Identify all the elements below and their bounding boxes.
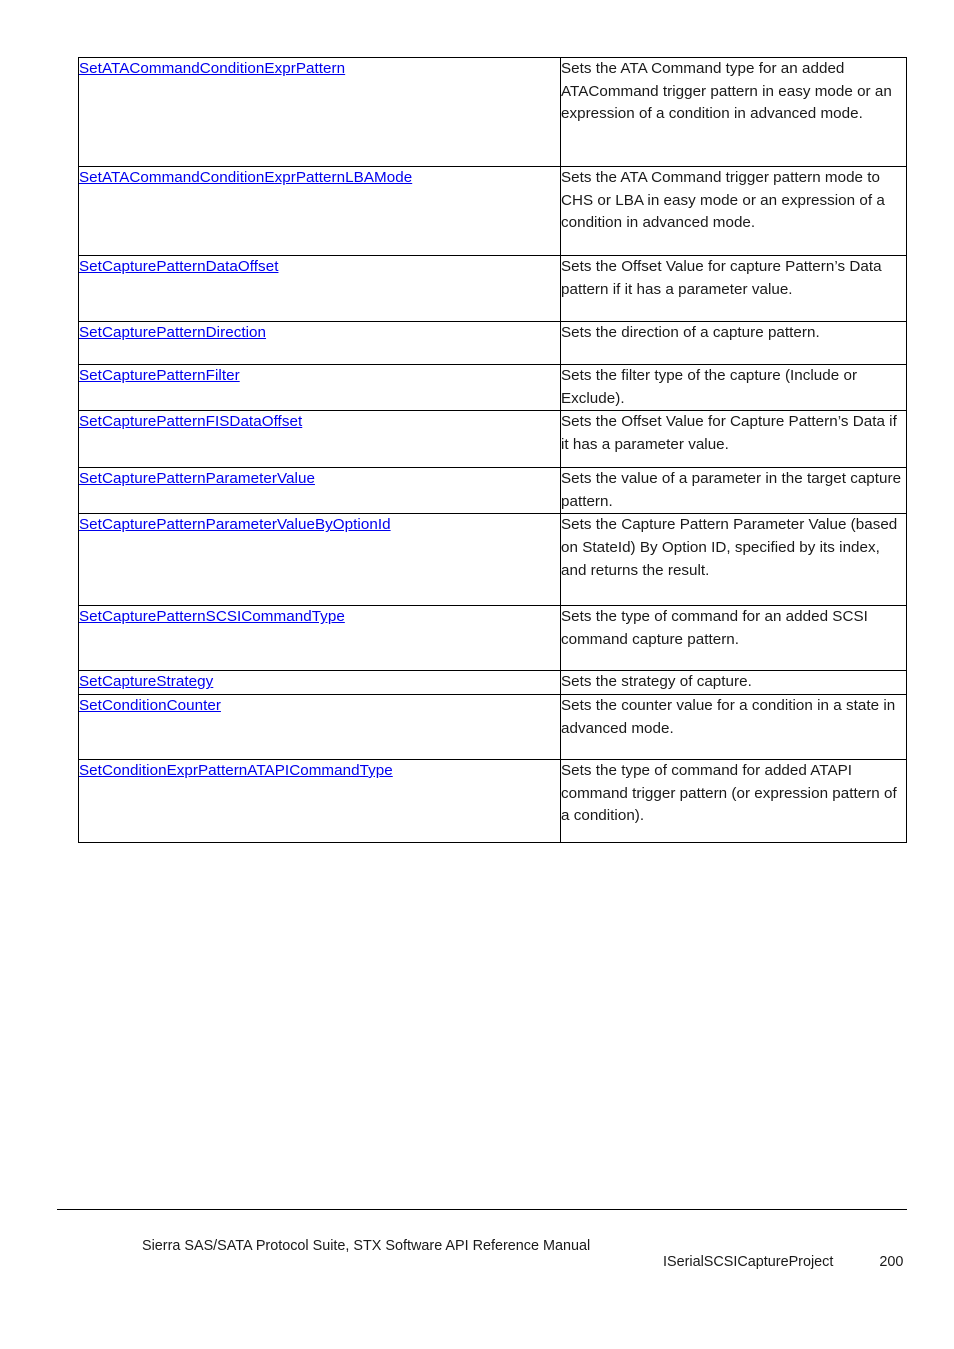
method-description-cell: Sets the ATA Command type for an added A… bbox=[560, 57, 907, 167]
api-method-table-body: SetATACommandConditionExprPattern Sets t… bbox=[78, 57, 907, 843]
api-method-table: SetATACommandConditionExprPattern Sets t… bbox=[78, 57, 907, 843]
method-link[interactable]: SetATACommandConditionExprPattern bbox=[79, 60, 345, 77]
method-description-cell: Sets the direction of a capture pattern. bbox=[560, 321, 907, 365]
table-row: SetCapturePatternDirection Sets the dire… bbox=[78, 321, 907, 365]
footer-right-group: ISerialSCSICaptureProject 200 bbox=[663, 1252, 903, 1272]
table-row: SetCapturePatternParameterValueByOptionI… bbox=[78, 513, 907, 607]
method-link[interactable]: SetCapturePatternParameterValue bbox=[79, 470, 315, 487]
method-link[interactable]: SetCapturePatternDirection bbox=[79, 324, 266, 341]
method-description: Sets the type of command for added ATAPI… bbox=[561, 761, 897, 825]
page-footer: Sierra SAS/SATA Protocol Suite, STX Soft… bbox=[57, 1232, 907, 1272]
method-description-cell: Sets the filter type of the capture (Inc… bbox=[560, 363, 907, 412]
method-name-cell: SetCapturePatternParameterValue bbox=[78, 467, 561, 515]
table-row: SetCapturePatternSCSICommandType Sets th… bbox=[78, 605, 907, 672]
method-link[interactable]: SetConditionCounter bbox=[79, 697, 221, 714]
method-description: Sets the Offset Value for Capture Patter… bbox=[561, 413, 897, 453]
method-description-cell: Sets the counter value for a condition i… bbox=[560, 693, 907, 760]
method-description: Sets the ATA Command trigger pattern mod… bbox=[561, 169, 885, 232]
method-description: Sets the direction of a capture pattern. bbox=[561, 324, 820, 341]
method-link[interactable]: SetCaptureStrategy bbox=[79, 673, 213, 690]
method-description-cell: Sets the Offset Value for Capture Patter… bbox=[560, 410, 907, 469]
method-description-cell: Sets the strategy of capture. bbox=[560, 670, 907, 695]
footer-divider bbox=[57, 1209, 907, 1210]
method-name-cell: SetCapturePatternDirection bbox=[78, 321, 561, 365]
table-row: SetCapturePatternFilter Sets the filter … bbox=[78, 363, 907, 412]
method-description: Sets the filter type of the capture (Inc… bbox=[561, 367, 858, 407]
method-description-cell: Sets the Capture Pattern Parameter Value… bbox=[560, 513, 907, 607]
table-row: SetATACommandConditionExprPatternLBAMode… bbox=[78, 166, 907, 256]
method-link[interactable]: SetCapturePatternFISDataOffset bbox=[79, 413, 302, 430]
method-link[interactable]: SetATACommandConditionExprPatternLBAMode bbox=[79, 169, 412, 186]
method-name-cell: SetConditionCounter bbox=[78, 693, 561, 760]
table-row: SetConditionExprPatternATAPICommandType … bbox=[78, 758, 907, 843]
method-name-cell: SetATACommandConditionExprPatternLBAMode bbox=[78, 166, 561, 256]
method-name-cell: SetCapturePatternFilter bbox=[78, 363, 561, 412]
method-name-cell: SetATACommandConditionExprPattern bbox=[78, 57, 561, 167]
table-row: SetCapturePatternDataOffset Sets the Off… bbox=[78, 255, 907, 322]
method-link[interactable]: SetCapturePatternSCSICommandType bbox=[79, 608, 345, 625]
method-description: Sets the ATA Command type for an added A… bbox=[561, 60, 892, 123]
method-link[interactable]: SetCapturePatternDataOffset bbox=[79, 258, 278, 275]
footer-manual-title: Sierra SAS/SATA Protocol Suite, STX Soft… bbox=[142, 1238, 591, 1254]
method-name-cell: SetCaptureStrategy bbox=[78, 670, 561, 695]
table-row: SetCaptureStrategy Sets the strategy of … bbox=[78, 670, 907, 695]
method-description-cell: Sets the ATA Command trigger pattern mod… bbox=[560, 166, 907, 256]
api-method-table-container: SetATACommandConditionExprPattern Sets t… bbox=[78, 57, 907, 843]
method-link[interactable]: SetConditionExprPatternATAPICommandType bbox=[79, 762, 393, 779]
method-description: Sets the type of command for an added SC… bbox=[561, 608, 868, 648]
method-name-cell: SetCapturePatternSCSICommandType bbox=[78, 605, 561, 672]
method-description-cell: Sets the Offset Value for capture Patter… bbox=[560, 255, 907, 322]
method-name-cell: SetConditionExprPatternATAPICommandType bbox=[78, 758, 561, 843]
table-row: SetCapturePatternFISDataOffset Sets the … bbox=[78, 410, 907, 469]
table-row: SetCapturePatternParameterValue Sets the… bbox=[78, 467, 907, 515]
method-description: Sets the strategy of capture. bbox=[561, 673, 752, 691]
method-name-cell: SetCapturePatternDataOffset bbox=[78, 255, 561, 322]
method-link[interactable]: SetCapturePatternFilter bbox=[79, 367, 240, 384]
method-link[interactable]: SetCapturePatternParameterValueByOptionI… bbox=[79, 516, 391, 533]
method-description: Sets the Offset Value for capture Patter… bbox=[561, 258, 882, 298]
method-description: Sets the value of a parameter in the tar… bbox=[561, 470, 902, 510]
method-name-cell: SetCapturePatternFISDataOffset bbox=[78, 410, 561, 469]
footer-section-name: ISerialSCSICaptureProject bbox=[663, 1254, 834, 1270]
table-row: SetATACommandConditionExprPattern Sets t… bbox=[78, 57, 907, 167]
method-name-cell: SetCapturePatternParameterValueByOptionI… bbox=[78, 513, 561, 607]
document-page: SetATACommandConditionExprPattern Sets t… bbox=[0, 0, 954, 1349]
method-description-cell: Sets the type of command for added ATAPI… bbox=[560, 758, 907, 843]
footer-page-number: 200 bbox=[879, 1254, 904, 1270]
method-description-cell: Sets the type of command for an added SC… bbox=[560, 605, 907, 672]
method-description-cell: Sets the value of a parameter in the tar… bbox=[560, 467, 907, 515]
table-row: SetConditionCounter Sets the counter val… bbox=[78, 693, 907, 760]
method-description: Sets the counter value for a condition i… bbox=[561, 696, 896, 737]
method-description: Sets the Capture Pattern Parameter Value… bbox=[561, 516, 898, 579]
